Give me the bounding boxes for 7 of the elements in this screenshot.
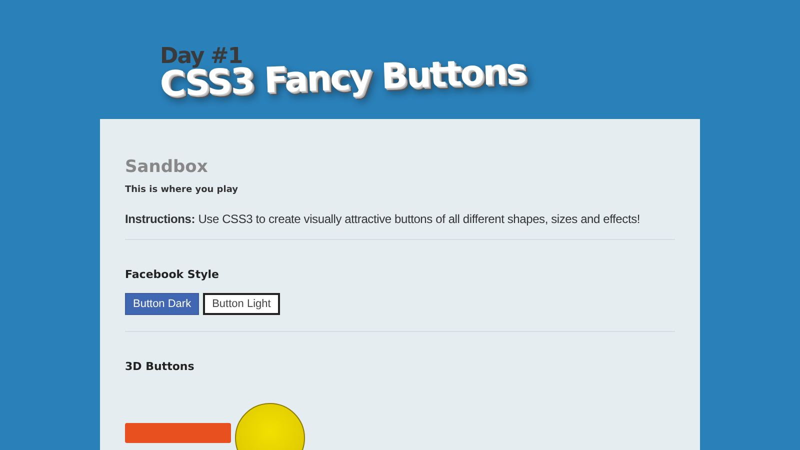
- instructions-text: Instructions: Use CSS3 to create visually attractive buttons of all different shapes, sizes and effects!: [125, 212, 640, 226]
- button-light[interactable]: Button Light: [203, 293, 280, 315]
- sandbox-title: Sandbox: [125, 157, 208, 177]
- section-title: Facebook Style: [125, 268, 219, 281]
- section-title: 3D Buttons: [125, 360, 194, 373]
- button-dark[interactable]: Button Dark: [125, 293, 200, 315]
- sandbox-subtitle: This is where you play: [125, 185, 238, 195]
